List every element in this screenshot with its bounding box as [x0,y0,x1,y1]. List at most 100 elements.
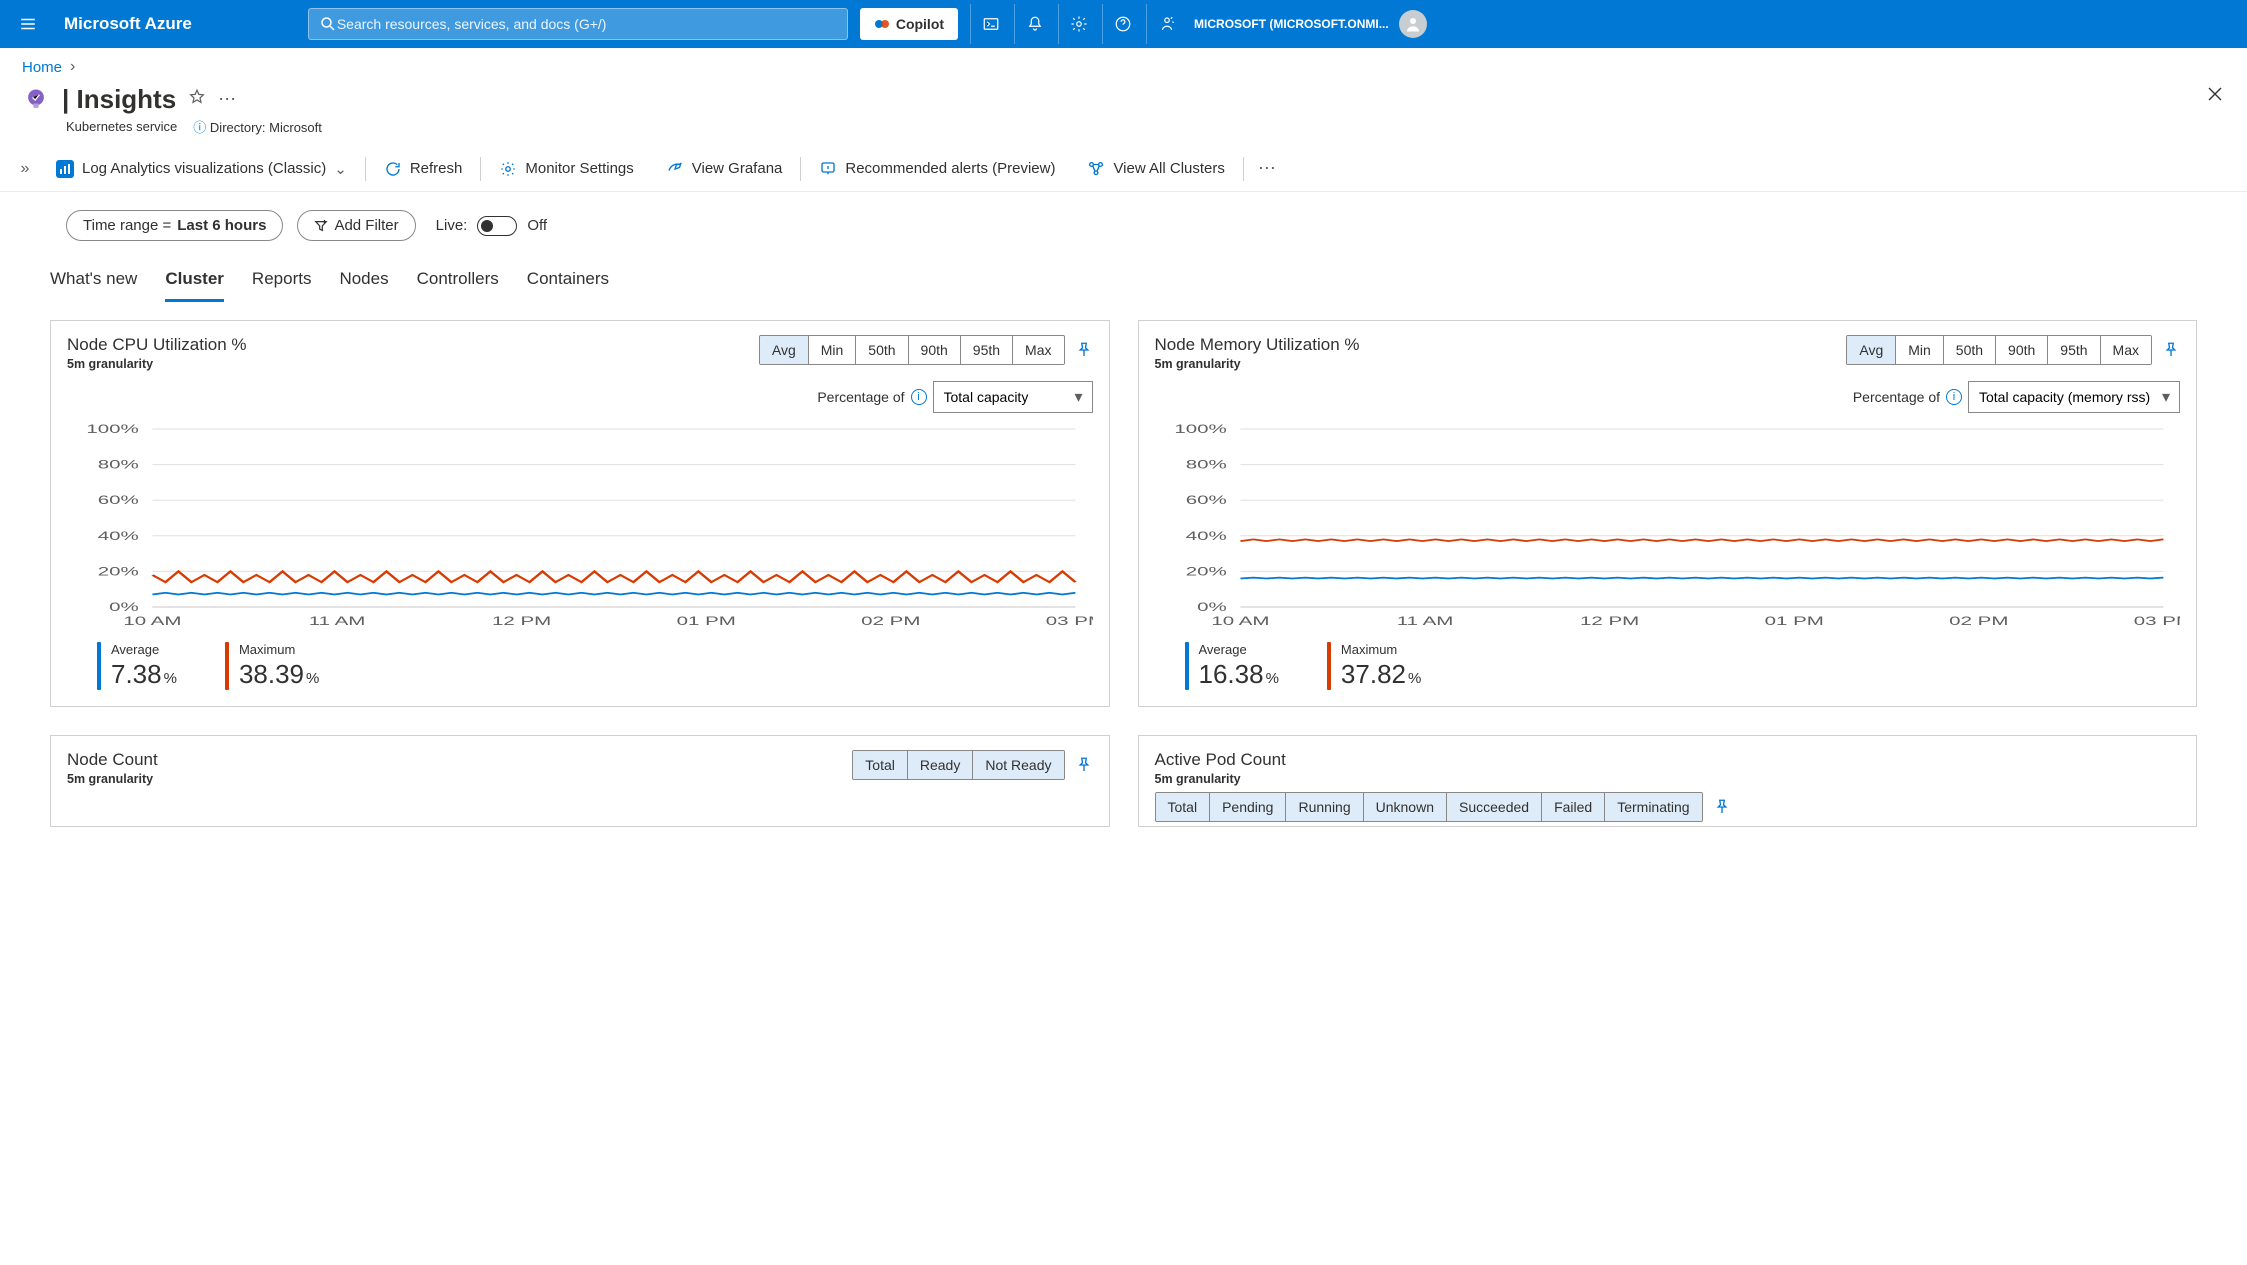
pin-button[interactable] [1075,341,1093,359]
seg-min[interactable]: Min [1895,336,1943,364]
legend-color-orange [1327,642,1331,690]
feedback-button[interactable] [1146,4,1186,44]
gear-icon [499,160,517,178]
clusters-icon [1087,160,1105,178]
seg-terminating[interactable]: Terminating [1604,793,1701,821]
copilot-button[interactable]: Copilot [860,8,958,40]
notifications-button[interactable] [1014,4,1054,44]
svg-text:60%: 60% [98,493,139,507]
info-icon[interactable]: i [1946,389,1962,405]
global-search[interactable] [308,8,848,40]
command-bar: » Log Analytics visualizations (Classic)… [0,146,2247,192]
card-granularity: 5m granularity [67,357,247,371]
tab-controllers[interactable]: Controllers [417,263,499,302]
tab-whats-new[interactable]: What's new [50,263,137,302]
tab-reports[interactable]: Reports [252,263,312,302]
monitor-settings-button[interactable]: Monitor Settings [483,154,649,184]
seg-50th[interactable]: 50th [1943,336,1995,364]
stat-value: 37.82 [1341,659,1406,689]
close-button[interactable] [2201,80,2229,113]
more-button[interactable]: ⋯ [218,89,238,110]
nodecount-segmented: Total Ready Not Ready [852,750,1064,780]
legend-color-blue [97,642,101,690]
time-range-pill[interactable]: Time range = Last 6 hours [66,210,283,241]
overflow-button[interactable]: ⋯ [1246,152,1290,185]
seg-90th[interactable]: 90th [1995,336,2047,364]
settings-button[interactable] [1058,4,1098,44]
view-grafana-button[interactable]: View Grafana [650,154,799,184]
resource-type: Kubernetes service [66,119,177,134]
stat-value: 7.38 [111,659,162,689]
seg-failed[interactable]: Failed [1541,793,1604,821]
card-granularity: 5m granularity [1155,772,1286,786]
svg-text:01 PM: 01 PM [1764,614,1823,628]
live-toggle-wrap: Live: Off [436,216,547,236]
copilot-label: Copilot [896,16,944,32]
seg-max[interactable]: Max [1012,336,1063,364]
info-icon: ⓘ [193,120,206,135]
add-filter-pill[interactable]: Add Filter [297,210,415,241]
seg-avg[interactable]: Avg [760,336,808,364]
view-all-clusters-button[interactable]: View All Clusters [1071,154,1240,184]
close-icon [2207,86,2223,102]
search-container [308,8,848,40]
pin-button[interactable] [2162,341,2180,359]
seg-max[interactable]: Max [2100,336,2151,364]
seg-avg[interactable]: Avg [1847,336,1895,364]
separator [480,157,481,181]
tab-cluster[interactable]: Cluster [165,263,224,302]
live-toggle[interactable] [477,216,517,236]
seg-total[interactable]: Total [853,751,907,779]
brand-logo[interactable]: Microsoft Azure [48,14,208,34]
seg-90th[interactable]: 90th [908,336,960,364]
add-filter-label: Add Filter [334,217,398,234]
pin-icon [1713,798,1731,816]
pin-icon [1075,756,1093,774]
seg-ready[interactable]: Ready [907,751,972,779]
directory-label: Directory: Microsoft [210,120,322,135]
seg-unknown[interactable]: Unknown [1363,793,1446,821]
favorite-button[interactable] [188,88,206,111]
seg-not-ready[interactable]: Not Ready [972,751,1063,779]
seg-pending[interactable]: Pending [1209,793,1285,821]
card-title: Node CPU Utilization % [67,335,247,355]
expand-nav[interactable]: » [10,160,40,178]
seg-95th[interactable]: 95th [2047,336,2099,364]
stat-value: 16.38 [1199,659,1264,689]
cloudshell-button[interactable] [970,4,1010,44]
log-analytics-label: Log Analytics visualizations (Classic) [82,160,326,177]
stat-label: Maximum [239,642,319,657]
capacity-select[interactable]: Total capacity (memory rss) [1968,381,2180,413]
seg-50th[interactable]: 50th [855,336,907,364]
seg-95th[interactable]: 95th [960,336,1012,364]
cloudshell-icon [982,15,1000,33]
help-button[interactable] [1102,4,1142,44]
seg-min[interactable]: Min [808,336,856,364]
tab-nodes[interactable]: Nodes [339,263,388,302]
svg-text:80%: 80% [1185,458,1226,472]
tenant-label[interactable]: MICROSOFT (MICROSOFT.ONMI... [1194,17,1389,31]
tab-containers[interactable]: Containers [527,263,609,302]
pin-button[interactable] [1713,798,1731,816]
seg-succeeded[interactable]: Succeeded [1446,793,1541,821]
bell-icon [1026,15,1044,33]
refresh-button[interactable]: Refresh [368,154,479,184]
time-range-value: Last 6 hours [177,217,266,234]
recommended-alerts-button[interactable]: Recommended alerts (Preview) [803,154,1071,184]
log-analytics-dropdown[interactable]: Log Analytics visualizations (Classic) ⌄ [40,154,363,184]
separator [1243,157,1244,181]
hamburger-menu[interactable] [8,4,48,44]
seg-running[interactable]: Running [1285,793,1362,821]
breadcrumb-home[interactable]: Home [22,59,62,76]
search-input[interactable] [337,16,837,32]
seg-total[interactable]: Total [1156,793,1210,821]
card-header: Node CPU Utilization % 5m granularity Av… [67,335,1093,371]
info-icon[interactable]: i [911,389,927,405]
alert-icon [819,160,837,178]
svg-text:100%: 100% [1174,422,1227,436]
view-all-clusters-label: View All Clusters [1113,160,1224,177]
avatar[interactable] [1399,10,1427,38]
pin-button[interactable] [1075,756,1093,774]
card-node-count: Node Count 5m granularity Total Ready No… [50,735,1110,827]
capacity-select[interactable]: Total capacity [933,381,1093,413]
